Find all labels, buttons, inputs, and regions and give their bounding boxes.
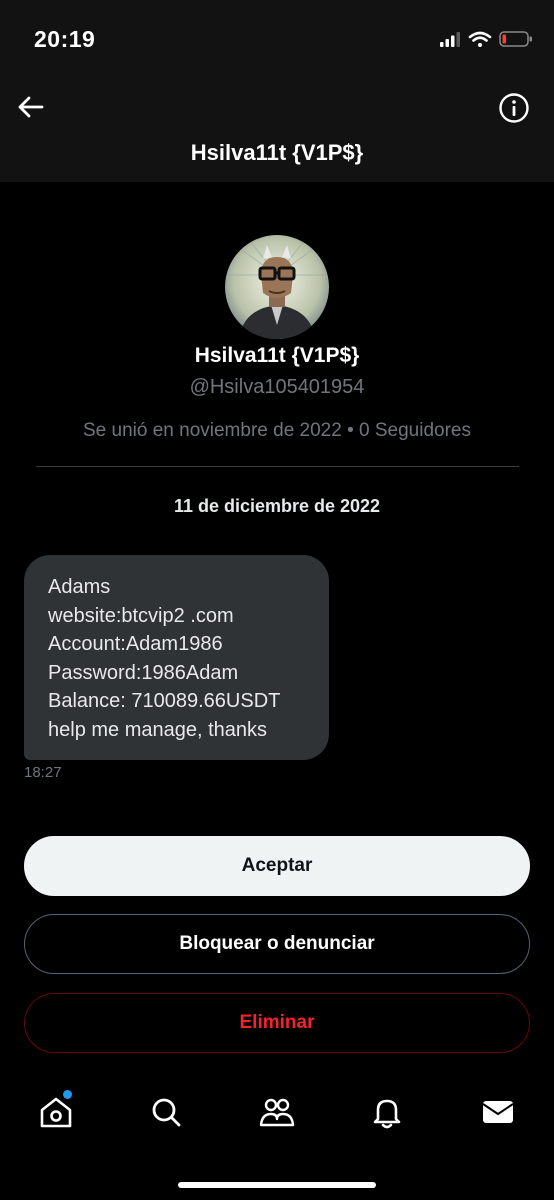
back-arrow-icon[interactable]	[14, 90, 48, 124]
avatar[interactable]	[225, 235, 329, 339]
message-bubble[interactable]: Adams website:btcvip2 .com Account:Adam1…	[24, 555, 329, 760]
wifi-icon	[468, 31, 492, 47]
tab-home[interactable]	[36, 1090, 76, 1132]
profile-meta: Se unió en noviembre de 2022 • 0 Seguido…	[83, 420, 471, 441]
status-bar: 20:19	[0, 0, 554, 82]
message-line: help me manage, thanks	[48, 718, 268, 741]
conversation-date: 11 de diciembre de 2022	[173, 496, 381, 516]
message-line: website:btcvip2 .com	[48, 604, 234, 627]
profile-handle: @Hsilva105401954	[189, 376, 365, 398]
status-time: 20:19	[34, 26, 96, 52]
accept-button[interactable]: Aceptar	[24, 836, 530, 896]
notifications-icon	[373, 1099, 401, 1129]
notification-dot	[63, 1090, 72, 1099]
tab-bar	[0, 1080, 554, 1150]
home-indicator	[178, 1182, 376, 1188]
message-line: Password:1986Adam	[48, 661, 239, 684]
header-title: Hsilva11t {V1P$}	[190, 140, 364, 165]
battery-icon	[499, 31, 532, 47]
delete-button[interactable]: Eliminar	[24, 993, 530, 1053]
message-line: Adams	[48, 576, 111, 598]
status-icons	[440, 31, 532, 47]
block-report-button[interactable]: Bloquear o denunciar	[24, 914, 530, 974]
message-line: Balance: 710089.66USDT	[48, 690, 281, 713]
message-time: 18:27	[24, 764, 62, 781]
communities-icon	[259, 1098, 295, 1127]
tab-communities[interactable]	[257, 1092, 297, 1132]
signal-icon	[440, 32, 460, 47]
tab-messages[interactable]	[478, 1092, 518, 1132]
info-icon[interactable]	[498, 92, 530, 124]
tab-notifications[interactable]	[367, 1092, 407, 1132]
profile-name: Hsilva11t {V1P$}	[194, 344, 360, 367]
tab-search[interactable]	[146, 1092, 186, 1132]
message-line: Account:Adam1986	[48, 633, 223, 656]
messages-icon	[482, 1101, 514, 1123]
divider	[36, 466, 519, 467]
search-icon	[152, 1098, 181, 1127]
conversation-header: Hsilva11t {V1P$}	[0, 82, 554, 182]
